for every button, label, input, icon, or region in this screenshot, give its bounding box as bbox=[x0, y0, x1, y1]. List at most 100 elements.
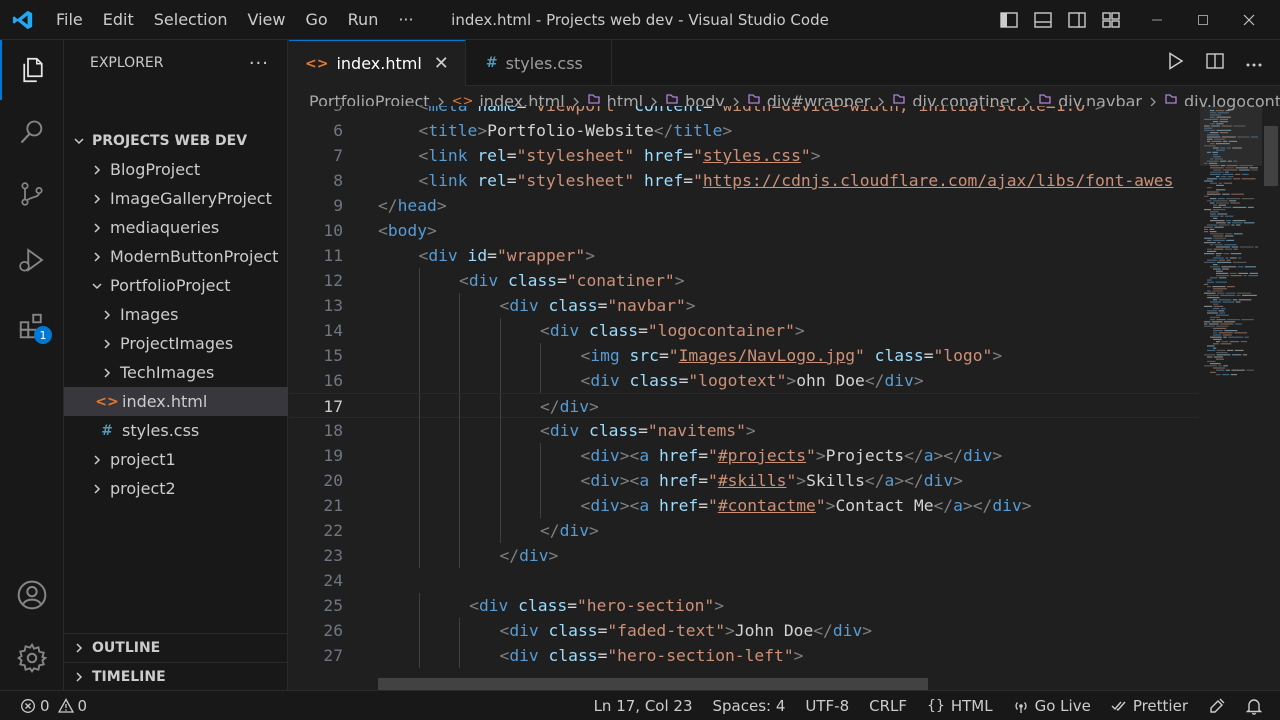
indent-guide bbox=[540, 493, 541, 518]
minimap-line bbox=[1209, 228, 1215, 230]
minimap-line bbox=[1227, 176, 1234, 178]
tree-folder[interactable]: Images bbox=[64, 300, 288, 329]
minimap-line bbox=[1227, 286, 1235, 288]
tab-styles-css[interactable]: # styles.css bbox=[466, 40, 612, 86]
tree-folder[interactable]: mediaqueries bbox=[64, 213, 288, 242]
css-file-icon: # bbox=[101, 422, 113, 439]
menu-file[interactable]: File bbox=[46, 0, 93, 40]
minimap-line bbox=[1230, 202, 1240, 204]
end-of-line[interactable]: CRLF bbox=[859, 691, 917, 720]
prettier-label: Prettier bbox=[1132, 696, 1188, 715]
minimap[interactable] bbox=[1200, 106, 1262, 406]
indentation[interactable]: Spaces: 4 bbox=[703, 691, 796, 720]
problems-indicator[interactable]: 0 0 bbox=[0, 691, 97, 720]
maximize-icon[interactable] bbox=[1180, 0, 1226, 40]
menu-selection[interactable]: Selection bbox=[144, 0, 238, 40]
minimap-line bbox=[1224, 330, 1238, 332]
tree-item-label: project2 bbox=[110, 479, 176, 498]
minimize-icon[interactable] bbox=[1134, 0, 1180, 40]
workspace-root-label: PROJECTS WEB DEV bbox=[92, 133, 248, 149]
accounts-icon[interactable] bbox=[0, 565, 64, 625]
customize-layout-icon[interactable] bbox=[1094, 0, 1128, 40]
feedback-icon[interactable] bbox=[1198, 691, 1236, 720]
manage-gear-icon[interactable] bbox=[0, 628, 64, 688]
extensions-icon[interactable]: 1 bbox=[0, 296, 64, 356]
minimap-line bbox=[1215, 253, 1222, 255]
menu-view[interactable]: View bbox=[238, 0, 296, 40]
minimap-line bbox=[1225, 292, 1236, 294]
status-bar: 0 0 Ln 17, Col 23 Spaces: 4 UTF-8 CRLF {… bbox=[0, 690, 1280, 720]
timeline-section[interactable]: TIMELINE bbox=[64, 662, 288, 691]
split-editor-icon[interactable] bbox=[1206, 53, 1224, 73]
run-debug-icon[interactable] bbox=[0, 230, 64, 290]
indent-guide bbox=[499, 368, 501, 393]
indent-guide bbox=[499, 343, 501, 368]
tree-folder[interactable]: project2 bbox=[64, 474, 288, 503]
code-line: 16 <div class="logotext">ohn Doe</div> bbox=[289, 368, 1199, 393]
source-control-icon[interactable] bbox=[0, 164, 64, 224]
braces-icon: {} bbox=[927, 697, 945, 714]
tree-folder[interactable]: BlogProject bbox=[64, 155, 288, 184]
code-text: <div class="logotext">ohn Doe</div> bbox=[580, 371, 924, 390]
vertical-scrollbar-thumb[interactable] bbox=[1264, 126, 1278, 186]
notifications-bell-icon[interactable] bbox=[1236, 691, 1280, 720]
tree-folder[interactable]: ImageGalleryProject bbox=[64, 184, 288, 213]
explorer-icon[interactable] bbox=[0, 40, 64, 100]
toggle-secondary-sidebar-icon[interactable] bbox=[1060, 0, 1094, 40]
line-number: 5 bbox=[289, 106, 343, 118]
tree-folder[interactable]: TechImages bbox=[64, 358, 288, 387]
go-live-button[interactable]: Go Live bbox=[1003, 691, 1101, 720]
run-file-icon[interactable] bbox=[1168, 52, 1184, 74]
minimap-line bbox=[1218, 299, 1232, 301]
minimap-line bbox=[1207, 239, 1212, 241]
editor-more-actions-icon[interactable] bbox=[1246, 56, 1262, 71]
chevron-right-icon bbox=[90, 222, 104, 234]
indent-guide bbox=[459, 543, 460, 568]
toggle-primary-sidebar-icon[interactable] bbox=[992, 0, 1026, 40]
tree-folder[interactable]: ProjectImages bbox=[64, 329, 288, 358]
prettier-button[interactable]: Prettier bbox=[1101, 691, 1198, 720]
minimap-line bbox=[1215, 202, 1229, 204]
line-number: 6 bbox=[333, 121, 343, 140]
menu-edit[interactable]: Edit bbox=[93, 0, 144, 40]
code-text: <div class="navbar"> bbox=[499, 296, 696, 315]
minimap-line bbox=[1213, 305, 1224, 307]
menu-go[interactable]: Go bbox=[295, 0, 337, 40]
tree-item-label: ProjectImages bbox=[120, 334, 234, 353]
horizontal-scrollbar-thumb[interactable] bbox=[378, 678, 928, 690]
workspace-root-folder[interactable]: PROJECTS WEB DEV bbox=[64, 126, 288, 156]
language-mode[interactable]: {} HTML bbox=[917, 691, 1003, 720]
outline-section[interactable]: OUTLINE bbox=[64, 633, 288, 662]
tree-file[interactable]: <> index.html bbox=[64, 387, 288, 416]
cursor-position[interactable]: Ln 17, Col 23 bbox=[584, 691, 703, 720]
tree-file[interactable]: # styles.css bbox=[64, 416, 288, 445]
extensions-badge: 1 bbox=[34, 326, 52, 344]
tree-folder[interactable]: project1 bbox=[64, 445, 288, 474]
vertical-scrollbar[interactable] bbox=[1262, 106, 1280, 690]
tree-item-label: project1 bbox=[110, 450, 176, 469]
explorer-more-actions[interactable]: ··· bbox=[249, 53, 269, 74]
tree-item-label: styles.css bbox=[122, 421, 200, 440]
line-number: 15 bbox=[323, 346, 343, 365]
tab-index-html[interactable]: <> index.html ✕ bbox=[289, 40, 466, 86]
minimap-line bbox=[1223, 182, 1233, 184]
code-line: 18 <div class="navitems"> bbox=[289, 418, 1199, 443]
minimap-line bbox=[1218, 204, 1227, 206]
minimap-line bbox=[1204, 242, 1216, 244]
search-icon[interactable] bbox=[0, 102, 64, 162]
tree-folder[interactable]: ModernButtonProject bbox=[64, 242, 288, 271]
code-line: 17 </div> bbox=[289, 393, 1199, 419]
close-window-icon[interactable] bbox=[1226, 0, 1272, 40]
encoding[interactable]: UTF-8 bbox=[795, 691, 859, 720]
code-line: 8 <link rel="stylesheet" href="https://cd… bbox=[289, 168, 1199, 193]
minimap-line bbox=[1232, 206, 1247, 208]
code-text: <div class="logocontainer"> bbox=[540, 321, 805, 340]
minimap-line bbox=[1204, 305, 1213, 307]
editor-tab-bar: <> index.html ✕ # styles.css bbox=[289, 40, 1280, 86]
toggle-panel-icon[interactable] bbox=[1026, 0, 1060, 40]
close-tab-icon[interactable]: ✕ bbox=[434, 53, 449, 74]
code-text: <title>Portfolio-Website</title> bbox=[418, 121, 733, 140]
code-editor[interactable]: 5 <meta name="viewport" content="width=de… bbox=[289, 106, 1199, 690]
minimap-line bbox=[1225, 167, 1235, 169]
tree-folder[interactable]: PortfolioProject bbox=[64, 271, 288, 300]
